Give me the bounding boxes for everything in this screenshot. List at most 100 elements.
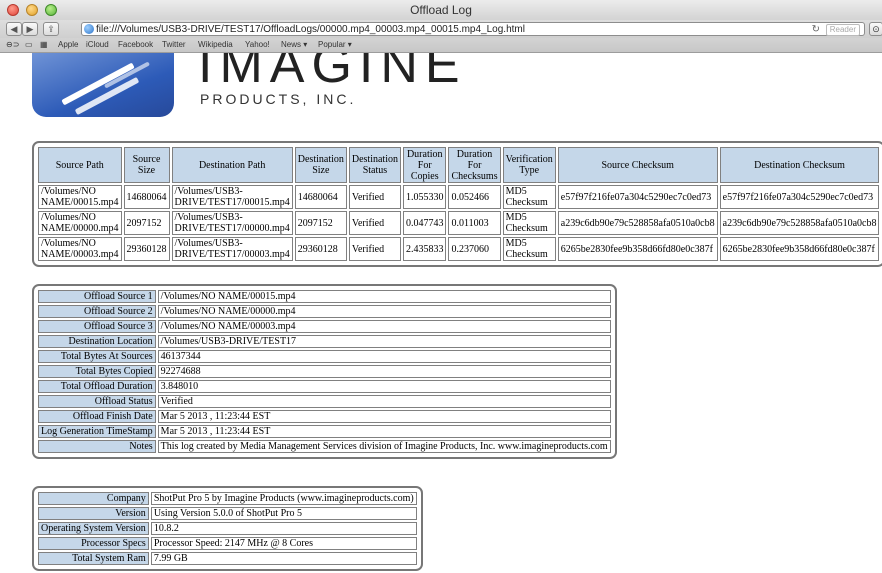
summary-row: Offload Source 1/Volumes/NO NAME/00015.m… bbox=[38, 290, 611, 303]
row-label: Destination Location bbox=[38, 335, 156, 348]
offload-files-table: Source Path Source Size Destination Path… bbox=[32, 141, 882, 267]
bookmark-apple[interactable]: Apple bbox=[58, 40, 78, 50]
cell-source-size: 14680064 bbox=[123, 185, 170, 209]
row-value: /Volumes/NO NAME/00000.mp4 bbox=[157, 305, 611, 318]
row-label: Company bbox=[38, 492, 149, 505]
row-label: Offload Finish Date bbox=[38, 410, 156, 423]
row-value: 7.99 GB bbox=[150, 552, 417, 565]
row-value: Mar 5 2013 , 11:23:44 EST bbox=[157, 425, 611, 438]
row-value: /Volumes/USB3-DRIVE/TEST17 bbox=[157, 335, 611, 348]
summary-row: Total Offload Duration 3.848010 bbox=[38, 380, 611, 393]
page-content: IMAGINE PRODUCTS, INC. Source Path Sourc… bbox=[0, 53, 882, 573]
offload-summary-table: Offload Source 1/Volumes/NO NAME/00015.m… bbox=[32, 284, 617, 459]
cell-duration-copies: 1.055330 bbox=[402, 185, 447, 209]
table-header-row: Source Path Source Size Destination Path… bbox=[38, 147, 880, 183]
row-value: Verified bbox=[157, 395, 611, 408]
cell-verification-type: MD5 Checksum bbox=[502, 211, 556, 235]
cell-duration-copies: 0.047743 bbox=[402, 211, 447, 235]
cell-destination-size: 2097152 bbox=[294, 211, 347, 235]
summary-row: Total Bytes At Sources 46137344 bbox=[38, 350, 611, 363]
cell-destination-path: /Volumes/USB3-DRIVE/TEST17/00015.mp4 bbox=[171, 185, 293, 209]
system-row: Operating System Version 10.8.2 bbox=[38, 522, 417, 535]
cell-destination-size: 14680064 bbox=[294, 185, 347, 209]
row-label: Offload Source 2 bbox=[38, 305, 156, 318]
top-sites-icon[interactable]: ▦ bbox=[40, 40, 48, 50]
forward-button[interactable]: ▶ bbox=[22, 22, 38, 36]
url-text: file:///Volumes/USB3-DRIVE/TEST17/Offloa… bbox=[96, 24, 525, 35]
system-info-table: Company ShotPut Pro 5 by Imagine Products… bbox=[32, 486, 423, 571]
row-value: ShotPut Pro 5 by Imagine Products (www.i… bbox=[150, 492, 417, 505]
system-row: Processor Specs Processor Speed: 2147 MHz… bbox=[38, 537, 417, 550]
bookmarks-icon[interactable]: ▭ bbox=[25, 40, 33, 50]
row-label: Total System Ram bbox=[38, 552, 149, 565]
brand-subtitle: PRODUCTS, INC. bbox=[200, 91, 357, 107]
bookmarks-bar: ⊖⊃ ▭ ▦ Apple iCloud Facebook Twitter Wik… bbox=[0, 38, 882, 53]
cell-source-size: 29360128 bbox=[123, 237, 170, 261]
table-row: /Volumes/NO NAME/00000.mp4 2097152 /Volu… bbox=[38, 211, 880, 235]
bookmark-popular[interactable]: Popular ▾ bbox=[318, 40, 352, 50]
row-value: This log created by Media Management Ser… bbox=[157, 440, 611, 453]
system-row: Total System Ram 7.99 GB bbox=[38, 552, 417, 565]
cell-verification-type: MD5 Checksum bbox=[502, 185, 556, 209]
cell-destination-checksum: a239c6db90e79c528858afa0510a0cb8 bbox=[719, 211, 880, 235]
address-bar[interactable]: file:///Volumes/USB3-DRIVE/TEST17/Offloa… bbox=[81, 22, 865, 36]
window-title: Offload Log bbox=[410, 3, 472, 17]
row-value: 3.848010 bbox=[157, 380, 611, 393]
bookmark-twitter[interactable]: Twitter bbox=[162, 40, 186, 50]
row-value: Processor Speed: 2147 MHz @ 8 Cores bbox=[150, 537, 417, 550]
row-value: 10.8.2 bbox=[150, 522, 417, 535]
bookmark-icloud[interactable]: iCloud bbox=[86, 40, 109, 50]
imagine-logo-mark bbox=[32, 53, 174, 117]
cell-duration-checksums: 0.011003 bbox=[448, 211, 501, 235]
row-label: Offload Source 1 bbox=[38, 290, 156, 303]
table-row: /Volumes/NO NAME/00015.mp4 14680064 /Vol… bbox=[38, 185, 880, 209]
row-label: Offload Status bbox=[38, 395, 156, 408]
cell-destination-path: /Volumes/USB3-DRIVE/TEST17/00003.mp4 bbox=[171, 237, 293, 261]
row-label: Offload Source 3 bbox=[38, 320, 156, 333]
column-header: Destination Checksum bbox=[719, 147, 880, 183]
summary-row: Total Bytes Copied 92274688 bbox=[38, 365, 611, 378]
cell-destination-size: 29360128 bbox=[294, 237, 347, 261]
back-button[interactable]: ◀ bbox=[6, 22, 22, 36]
row-value: Mar 5 2013 , 11:23:44 EST bbox=[157, 410, 611, 423]
cell-source-checksum: e57f97f216fe07a304c5290ec7c0ed73 bbox=[557, 185, 718, 209]
row-value: /Volumes/NO NAME/00003.mp4 bbox=[157, 320, 611, 333]
reading-list-icon[interactable]: ⊖⊃ bbox=[6, 40, 19, 50]
bookmark-news[interactable]: News ▾ bbox=[281, 40, 307, 50]
summary-row: Destination Location/Volumes/USB3-DRIVE/… bbox=[38, 335, 611, 348]
cell-source-path: /Volumes/NO NAME/00000.mp4 bbox=[38, 211, 122, 235]
cell-verification-type: MD5 Checksum bbox=[502, 237, 556, 261]
downloads-button[interactable]: ⊙ bbox=[869, 22, 882, 36]
row-value: Using Version 5.0.0 of ShotPut Pro 5 bbox=[150, 507, 417, 520]
row-label: Total Offload Duration bbox=[38, 380, 156, 393]
column-header: Verification Type bbox=[502, 147, 556, 183]
column-header: Source Size bbox=[123, 147, 170, 183]
system-row: Version Using Version 5.0.0 of ShotPut Pr… bbox=[38, 507, 417, 520]
column-header: Source Path bbox=[38, 147, 122, 183]
cell-destination-status: Verified bbox=[348, 185, 401, 209]
cell-destination-status: Verified bbox=[348, 211, 401, 235]
cell-duration-checksums: 0.052466 bbox=[448, 185, 501, 209]
summary-row: Offload Source 2/Volumes/NO NAME/00000.m… bbox=[38, 305, 611, 318]
row-value: 92274688 bbox=[157, 365, 611, 378]
summary-row: Offload Source 3/Volumes/NO NAME/00003.m… bbox=[38, 320, 611, 333]
cell-source-path: /Volumes/NO NAME/00015.mp4 bbox=[38, 185, 122, 209]
row-label: Operating System Version bbox=[38, 522, 149, 535]
row-label: Notes bbox=[38, 440, 156, 453]
cell-source-checksum: a239c6db90e79c528858afa0510a0cb8 bbox=[557, 211, 718, 235]
summary-row: Offload Finish Date Mar 5 2013 , 11:23:44… bbox=[38, 410, 611, 423]
row-label: Total Bytes At Sources bbox=[38, 350, 156, 363]
column-header: Destination Size bbox=[294, 147, 347, 183]
row-value: 46137344 bbox=[157, 350, 611, 363]
bookmark-wikipedia[interactable]: Wikipedia bbox=[198, 40, 233, 50]
title-bar: Offload Log bbox=[0, 0, 882, 21]
bookmark-yahoo[interactable]: Yahoo! bbox=[245, 40, 270, 50]
row-label: Processor Specs bbox=[38, 537, 149, 550]
cell-destination-checksum: e57f97f216fe07a304c5290ec7c0ed73 bbox=[719, 185, 880, 209]
summary-row: Offload Status Verified bbox=[38, 395, 611, 408]
reader-button[interactable]: Reader bbox=[825, 24, 860, 36]
reload-icon[interactable]: ↻ bbox=[812, 23, 820, 36]
share-button[interactable]: ⇪ bbox=[43, 22, 59, 36]
file-page-icon bbox=[84, 24, 94, 34]
bookmark-facebook[interactable]: Facebook bbox=[118, 40, 153, 50]
